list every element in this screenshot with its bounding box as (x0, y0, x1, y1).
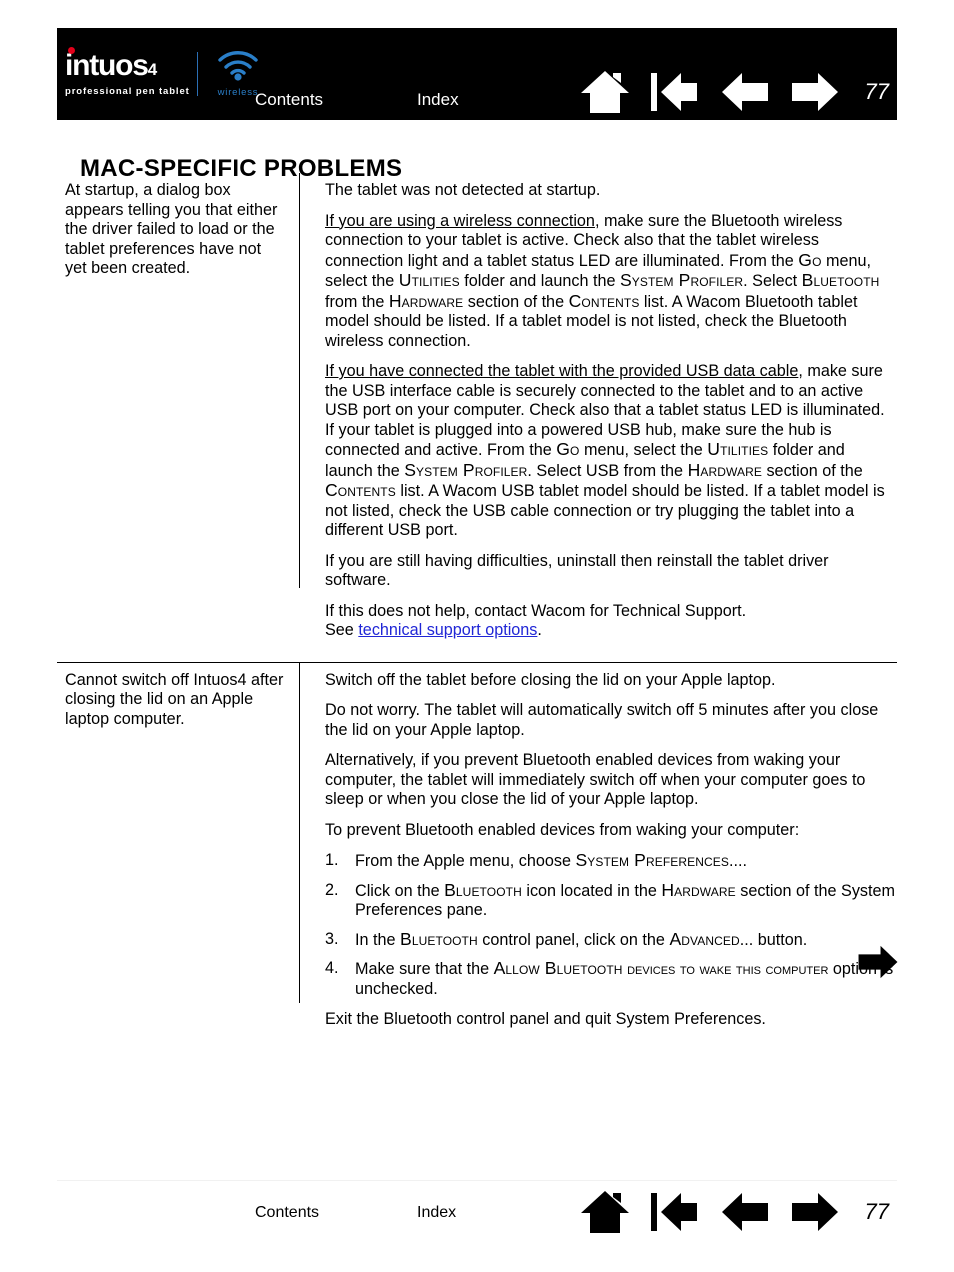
smallcaps-bluetooth: Bluetooth (801, 270, 880, 290)
alternative-note: Alternatively, if you prevent Bluetooth … (325, 751, 866, 808)
logo-tagline: professional pen tablet (65, 85, 190, 97)
smallcaps-utilities: Utilities (398, 270, 460, 290)
logo-wordmark: intuos4 (65, 46, 158, 85)
previous-page-icon[interactable] (719, 1190, 771, 1234)
footer-navigation: 77 (579, 1188, 897, 1236)
list-item: Click on the Bluetooth icon located in t… (325, 879, 895, 921)
smallcaps-utilities: Utilities (707, 439, 769, 459)
smallcaps-system-profiler: System Profiler (619, 270, 744, 290)
header-contents-link[interactable]: Contents (255, 90, 323, 110)
table-row: At startup, a dialog box appears telling… (57, 173, 897, 662)
next-page-icon[interactable] (789, 70, 841, 114)
logo-number: 4 (147, 59, 158, 79)
table-row: Cannot switch off Intuos4 after closing … (57, 661, 897, 1051)
problem-text: Cannot switch off Intuos4 after closing … (65, 670, 284, 728)
t: control panel, click on the (477, 930, 670, 949)
wireless-solution: If you are using a wireless connection, … (325, 212, 895, 352)
t: . Select USB from the (527, 461, 688, 480)
footer-index-link[interactable]: Index (417, 1204, 456, 1222)
list-item: From the Apple menu, choose System Prefe… (325, 850, 895, 872)
reinstall-note: If you are still having difficulties, un… (325, 551, 829, 590)
logo-divider (197, 52, 198, 96)
footer-divider (57, 1180, 897, 1181)
smallcaps-advanced: Advanced (669, 928, 740, 949)
footer-page-number: 77 (864, 1199, 889, 1224)
smallcaps-bluetooth: Bluetooth (444, 879, 522, 900)
page-header: intuos4 professional pen tablet wireless… (57, 28, 897, 120)
t: In the (355, 930, 400, 949)
solution-cell: Switch off the tablet before closing the… (300, 663, 897, 1051)
t: Make sure that the (355, 960, 494, 978)
t: . (537, 621, 542, 639)
smallcaps-allow-bluetooth: Allow Bluetooth (493, 958, 623, 978)
smallcaps-hardware: Hardware (661, 879, 736, 900)
solution-cell: The tablet was not detected at startup. … (300, 173, 897, 662)
exit-note: Exit the Bluetooth control panel and qui… (325, 1010, 766, 1028)
smallcaps-bluetooth: Bluetooth (400, 928, 478, 949)
usb-solution: If you have connected the tablet with th… (325, 362, 895, 541)
solution-intro: The tablet was not detected at startup. (325, 181, 601, 199)
header-page-number: 77 (864, 79, 889, 104)
t: folder and launch the (459, 272, 620, 290)
next-page-icon[interactable] (856, 943, 900, 981)
usb-solution-lead: If you have connected the tablet with th… (325, 362, 799, 380)
logo-word-text: intuos (65, 48, 149, 82)
header-index-link[interactable]: Index (417, 90, 459, 110)
t: . Select (743, 272, 802, 290)
steps-intro: To prevent Bluetooth enabled devices fro… (325, 820, 800, 839)
smallcaps-go: Go (798, 249, 822, 270)
t: menu, select the (579, 441, 708, 459)
smallcaps-hardware: Hardware (388, 290, 464, 311)
smallcaps-system-preferences: System Preferences (575, 850, 729, 870)
smallcaps-contents: Contents (325, 480, 396, 500)
t: From the Apple menu, choose (355, 852, 576, 870)
t: icon located in the (521, 881, 662, 900)
intuos4-logo: intuos4 professional pen tablet (65, 46, 193, 98)
first-page-icon[interactable] (649, 70, 701, 114)
home-icon[interactable] (579, 68, 631, 116)
wireless-icon (218, 50, 258, 81)
troubleshooting-table: At startup, a dialog box appears telling… (57, 173, 897, 1051)
t: section of the (761, 461, 863, 480)
smallcaps-devices-to-wake-this-computer: devices to wake this computer (627, 960, 829, 978)
solution-intro: Switch off the tablet before closing the… (325, 670, 776, 689)
list-item: In the Bluetooth control panel, click on… (325, 928, 895, 951)
first-page-icon[interactable] (649, 1190, 701, 1234)
smallcaps-contents: Contents (568, 290, 640, 311)
steps-list: From the Apple menu, choose System Prefe… (325, 850, 895, 999)
home-icon[interactable] (579, 1188, 631, 1236)
t: Click on the (355, 881, 445, 900)
smallcaps-hardware: Hardware (687, 459, 762, 480)
problem-cell: Cannot switch off Intuos4 after closing … (57, 662, 300, 1003)
problem-cell: At startup, a dialog box appears telling… (57, 173, 300, 588)
t: See (325, 621, 359, 639)
t: ... button. (739, 930, 808, 949)
problem-text: At startup, a dialog box appears telling… (65, 181, 278, 277)
technical-support-options-link[interactable]: technical support options (358, 621, 537, 639)
smallcaps-system-profiler: System Profiler (404, 459, 528, 480)
footer-contents-link[interactable]: Contents (255, 1204, 319, 1222)
auto-switchoff-note: Do not worry. The tablet will automatica… (325, 701, 879, 739)
list-item: Make sure that the Allow Bluetooth devic… (325, 958, 895, 999)
support-note: If this does not help, contact Wacom for… (325, 602, 895, 641)
support-note-line1: If this does not help, contact Wacom for… (325, 601, 747, 620)
previous-page-icon[interactable] (719, 70, 771, 114)
t: from the (325, 292, 389, 311)
t: .... (728, 852, 747, 870)
logo-dot-icon (68, 46, 75, 54)
page-footer: Contents Index 77 (57, 1188, 897, 1248)
t: list. A Wacom USB tablet model should be… (325, 482, 885, 539)
t: section of the (463, 292, 569, 311)
wireless-solution-lead: If you are using a wireless connection (325, 211, 595, 230)
next-page-icon[interactable] (789, 1190, 841, 1234)
smallcaps-go: Go (556, 439, 580, 459)
header-navigation: 77 (579, 68, 897, 116)
